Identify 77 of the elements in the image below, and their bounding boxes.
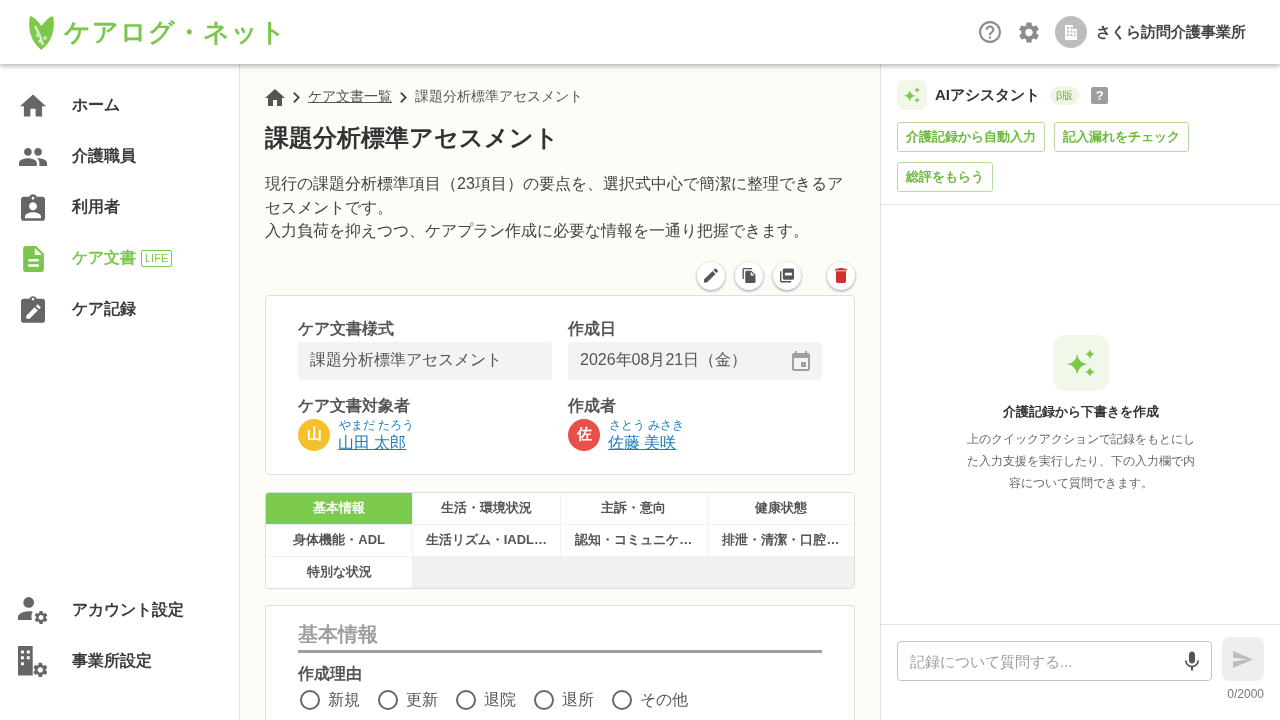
- field-label: 作成者: [568, 395, 617, 416]
- radio-circle[interactable]: [378, 689, 398, 710]
- question-input[interactable]: 記録について質問する...: [897, 641, 1212, 681]
- building-gear-icon: [18, 646, 48, 677]
- initial-avatar: 山: [298, 418, 330, 451]
- settings-icon[interactable]: [1019, 21, 1039, 43]
- radio-option[interactable]: その他: [612, 688, 688, 711]
- radio-option[interactable]: 退所: [534, 688, 594, 711]
- section-tab[interactable]: 身体機能・ADL: [266, 524, 413, 556]
- breadcrumb-current: 課題分析標準アセスメント: [415, 88, 583, 106]
- stacked-pages-icon: [780, 268, 794, 283]
- chevron-icon: [293, 91, 300, 103]
- delete-button[interactable]: [827, 261, 855, 290]
- section-tab[interactable]: 認知・コミュニケ…: [560, 524, 707, 556]
- radio-circle[interactable]: [456, 689, 476, 710]
- name-reading: やまだ たろう: [338, 417, 415, 433]
- nav-item[interactable]: アカウント設定: [0, 585, 192, 636]
- section-tab[interactable]: 生活リズム・IADL…: [413, 524, 560, 556]
- section-tab[interactable]: 特別な状況: [266, 556, 413, 588]
- radio-circle[interactable]: [612, 689, 632, 710]
- person-link[interactable]: 山田 太郎: [338, 432, 407, 452]
- tag-badge: LIFE: [141, 250, 173, 267]
- document-icon: [22, 245, 44, 272]
- microphone-icon[interactable]: [1185, 651, 1199, 671]
- beta-badge: β版: [1050, 85, 1080, 105]
- chevron-icon: [400, 91, 407, 103]
- nav-item[interactable]: 利用者: [0, 182, 128, 233]
- export-button[interactable]: [773, 261, 801, 290]
- field-label: ケア文書様式: [298, 318, 395, 339]
- breadcrumb-link[interactable]: ケア文書一覧: [308, 88, 392, 106]
- office-name[interactable]: さくら訪問介護事業所: [1096, 22, 1246, 42]
- person-gear-icon: [18, 597, 48, 624]
- copy-icon: [742, 268, 756, 283]
- page-title: 課題分析標準アセスメント: [265, 123, 560, 153]
- radio-option[interactable]: 更新: [378, 688, 438, 711]
- clipboard-pencil-icon: [21, 296, 45, 323]
- radio-circle[interactable]: [534, 689, 554, 710]
- pencil-icon: [704, 268, 718, 283]
- section-tab[interactable]: 生活・環境状況: [413, 492, 560, 524]
- help-icon[interactable]: [979, 21, 1001, 43]
- field-label: 作成日: [568, 318, 617, 339]
- form-field[interactable]: 課題分析標準アセスメント: [298, 341, 552, 380]
- form-field[interactable]: 2026年08月21日（金）: [568, 341, 822, 380]
- description-text: 入力負荷を抑えつつ、ケアプラン作成に必要な情報を一通り把握できます。: [265, 221, 810, 241]
- send-icon: [1233, 650, 1253, 668]
- trash-icon: [835, 268, 847, 283]
- panel-title: AIアシスタント: [935, 85, 1040, 105]
- person-link[interactable]: 佐藤 美咲: [608, 432, 677, 452]
- section-heading: 基本情報: [298, 619, 822, 653]
- section-tab[interactable]: 排泄・清潔・口腔…: [707, 524, 854, 556]
- description-text: 現行の課題分析標準項目（23項目）の要点を、選択式中心で簡潔に整理できるアセスメントです。: [265, 174, 844, 218]
- home-icon[interactable]: [265, 88, 285, 106]
- field-label: ケア文書対象者: [298, 395, 411, 416]
- empty-state-text: 上のクイックアクションで記録をもとにした入力支援を実行したり、下の入力欄で内容について質問できます。: [965, 431, 1196, 492]
- question-label: 作成理由: [298, 663, 363, 684]
- clipboard-person-icon: [21, 194, 45, 221]
- sparkle-icon: [1052, 335, 1109, 391]
- app-logo-text: ケアログ・ネット: [64, 15, 287, 49]
- home-icon: [20, 94, 46, 117]
- radio-option[interactable]: 新規: [300, 688, 360, 711]
- section-tab[interactable]: 主訴・意向: [560, 492, 707, 524]
- empty-state-title: 介護記録から下書きを作成: [1002, 403, 1159, 421]
- radio-circle[interactable]: [300, 689, 320, 710]
- people-icon: [19, 147, 47, 166]
- leaf-logo-icon: [28, 14, 55, 50]
- radio-option[interactable]: 退院: [456, 688, 516, 711]
- sparkle-icon: [897, 80, 927, 110]
- character-counter: 0/2000: [1226, 686, 1264, 702]
- nav-item[interactable]: 介護職員: [0, 131, 144, 182]
- section-tab[interactable]: 健康状態: [707, 492, 854, 524]
- nav-item[interactable]: ケア記録: [0, 284, 144, 335]
- copy-button[interactable]: [735, 261, 763, 290]
- nav-item[interactable]: 事業所設定: [0, 636, 160, 687]
- nav-item[interactable]: ホーム: [0, 80, 128, 131]
- name-reading: さとう みさき: [608, 417, 685, 433]
- initial-avatar: 佐: [568, 418, 600, 451]
- edit-button[interactable]: [697, 261, 725, 290]
